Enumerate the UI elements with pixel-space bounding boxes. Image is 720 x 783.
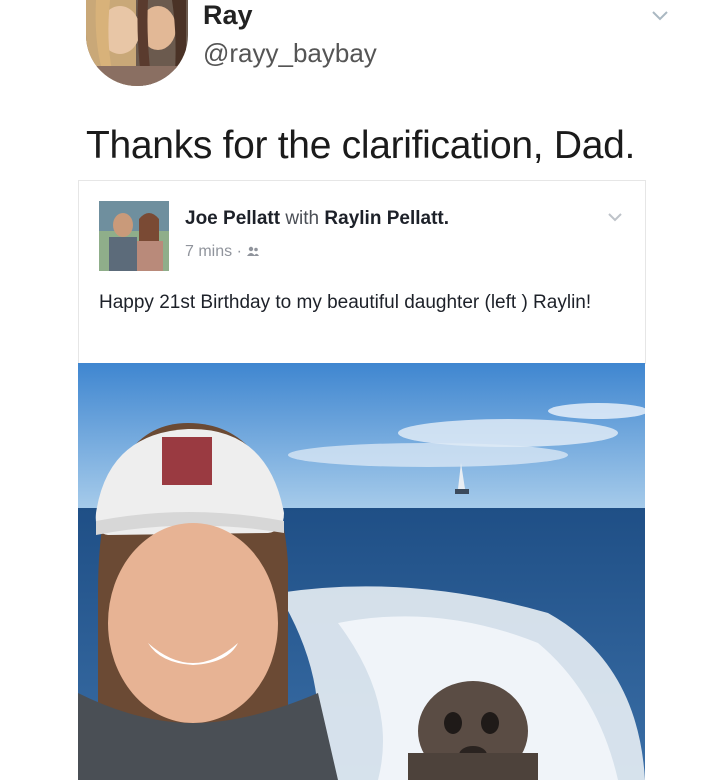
post-author[interactable]: Joe Pellatt	[185, 208, 280, 229]
tweet: Ray @rayy_baybay Thanks for the clarific…	[0, 0, 720, 783]
post-time[interactable]: 7 mins	[185, 243, 232, 260]
avatar[interactable]	[86, 0, 188, 86]
meta-separator: ·	[236, 243, 242, 260]
embedded-post: Joe Pellatt with Raylin Pellatt. 7 mins …	[78, 180, 646, 364]
chevron-down-icon[interactable]	[606, 211, 624, 225]
chevron-down-icon[interactable]	[650, 8, 670, 24]
tweet-text: Thanks for the clarification, Dad.	[86, 124, 636, 167]
post-author-avatar[interactable]	[99, 201, 169, 271]
handle[interactable]: @rayy_baybay	[203, 38, 377, 69]
post-meta: 7 mins ·	[185, 243, 260, 261]
post-text: Happy 21st Birthday to my beautiful daug…	[99, 292, 592, 313]
post-header: Joe Pellatt with Raylin Pellatt.	[185, 208, 449, 230]
post-photo[interactable]	[78, 363, 645, 780]
friends-icon	[246, 243, 260, 260]
with-label: with	[285, 208, 320, 229]
tagged-user[interactable]: Raylin Pellatt.	[324, 208, 449, 229]
display-name[interactable]: Ray	[203, 0, 253, 31]
